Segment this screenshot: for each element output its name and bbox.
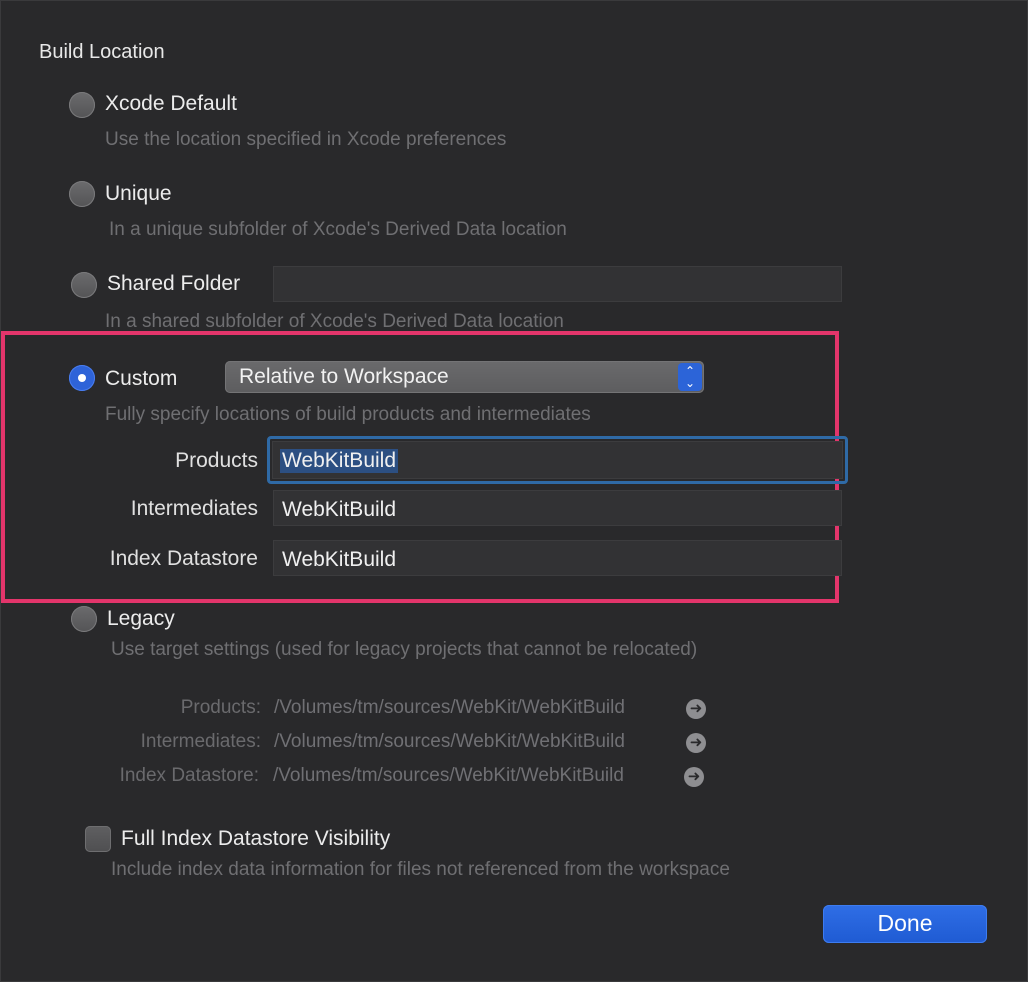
arrow-circle-right-icon[interactable]: ➜ <box>686 733 706 753</box>
shared-folder-field[interactable] <box>273 266 842 302</box>
xcode-default-radio[interactable] <box>69 92 95 118</box>
legacy-index-path: /Volumes/tm/sources/WebKit/WebKitBuild <box>273 765 624 786</box>
intermediates-field-value: WebKitBuild <box>282 498 397 521</box>
custom-description: Fully specify locations of build product… <box>105 404 591 425</box>
arrow-circle-right-icon[interactable]: ➜ <box>684 767 704 787</box>
shared-folder-description: In a shared subfolder of Xcode's Derived… <box>105 311 564 332</box>
full-index-visibility-checkbox[interactable] <box>85 826 111 852</box>
legacy-label[interactable]: Legacy <box>107 607 175 631</box>
intermediates-field[interactable]: WebKitBuild <box>273 490 842 526</box>
unique-description: In a unique subfolder of Xcode's Derived… <box>109 219 567 240</box>
products-field[interactable]: WebKitBuild <box>272 441 843 479</box>
shared-folder-radio[interactable] <box>71 272 97 298</box>
legacy-intermediates-path: /Volumes/tm/sources/WebKit/WebKitBuild <box>274 731 625 752</box>
full-index-visibility-description: Include index data information for files… <box>111 859 730 880</box>
unique-label[interactable]: Unique <box>105 182 172 206</box>
arrow-circle-right-icon[interactable]: ➜ <box>686 699 706 719</box>
full-index-visibility-label[interactable]: Full Index Datastore Visibility <box>121 827 390 851</box>
relative-to-popup-value: Relative to Workspace <box>239 365 449 388</box>
custom-label[interactable]: Custom <box>105 367 177 391</box>
legacy-description: Use target settings (used for legacy pro… <box>111 639 698 660</box>
products-label: Products <box>175 449 258 472</box>
radio-dot <box>78 374 86 382</box>
legacy-radio[interactable] <box>71 606 97 632</box>
up-down-chevron-icon: ⌃ ⌄ <box>678 363 702 391</box>
products-field-value: WebKitBuild <box>280 449 399 473</box>
index-datastore-field[interactable]: WebKitBuild <box>273 540 842 576</box>
unique-radio[interactable] <box>69 181 95 207</box>
legacy-index-label: Index Datastore: <box>119 765 259 786</box>
relative-to-popup[interactable]: Relative to Workspace ⌃ ⌄ <box>225 361 704 393</box>
build-location-sheet: Build Location Xcode Default Use the loc… <box>0 0 1028 982</box>
legacy-intermediates-label: Intermediates: <box>140 731 261 752</box>
index-datastore-label: Index Datastore <box>109 547 258 570</box>
index-datastore-field-value: WebKitBuild <box>282 548 397 571</box>
custom-radio[interactable] <box>69 365 95 391</box>
chevron-down-icon: ⌄ <box>684 376 696 390</box>
legacy-products-path: /Volumes/tm/sources/WebKit/WebKitBuild <box>274 697 625 718</box>
shared-folder-label[interactable]: Shared Folder <box>107 272 240 296</box>
xcode-default-label[interactable]: Xcode Default <box>105 92 237 116</box>
intermediates-label: Intermediates <box>130 497 258 520</box>
section-title: Build Location <box>39 41 165 63</box>
done-button[interactable]: Done <box>823 905 987 943</box>
xcode-default-description: Use the location specified in Xcode pref… <box>105 129 507 150</box>
legacy-products-label: Products: <box>180 697 261 718</box>
